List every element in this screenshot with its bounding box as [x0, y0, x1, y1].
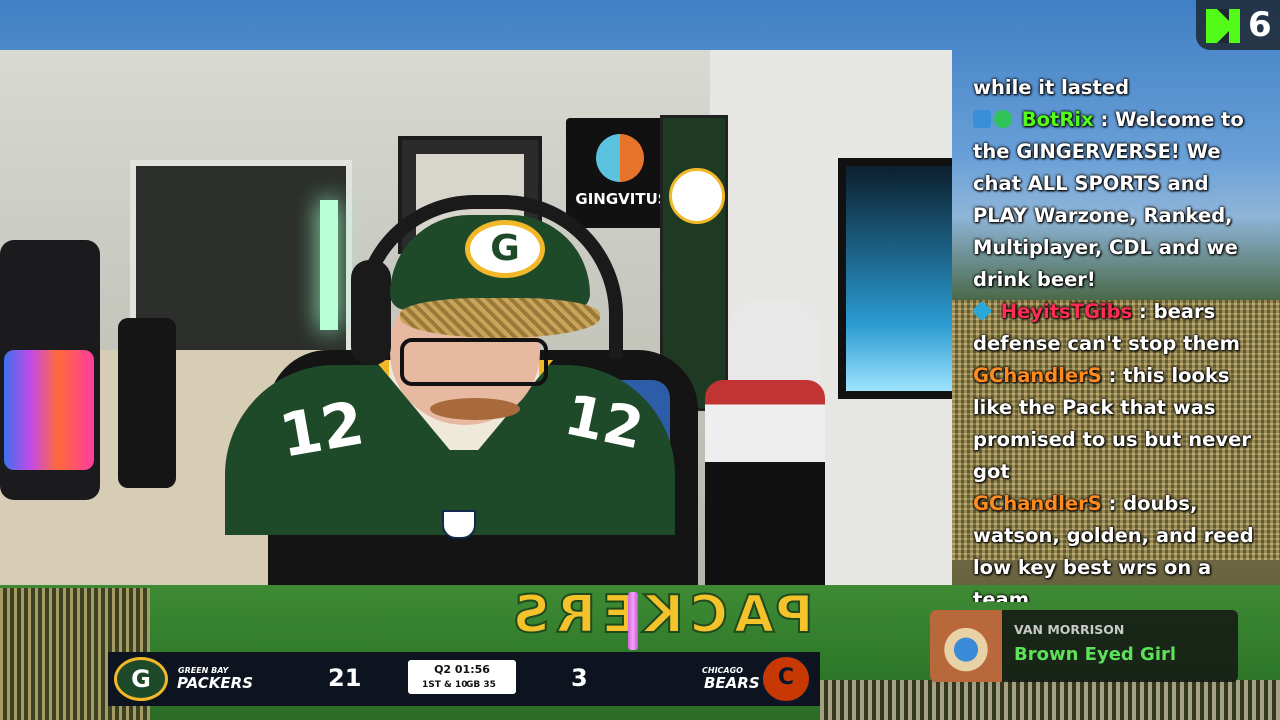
goalpost: [628, 592, 638, 650]
game-clock: Q2 01:56 1ST & 10 GB 35: [408, 660, 516, 694]
home-score: 21: [328, 664, 362, 692]
subscriber-icon: [971, 300, 993, 322]
home-team-name: PACKERS: [177, 674, 253, 692]
chat-username[interactable]: HeyitsTGibs: [1001, 300, 1132, 323]
scorebug: G GREEN BAY PACKERS 21 Q2 01:56 1ST & 10…: [108, 652, 820, 706]
packers-logo-icon: G: [114, 657, 168, 701]
nfl-shield-icon: [442, 510, 476, 539]
chat-username[interactable]: GChandlerS: [973, 492, 1102, 515]
packers-logo-icon: [669, 168, 725, 224]
viewer-count-badge: 6: [1196, 0, 1280, 50]
endzone-text: PACKERS: [505, 584, 814, 646]
mustache: [430, 398, 520, 420]
mod-icon: [973, 110, 991, 128]
chat-text: : Welcome to the GINGERVERSE! We chat AL…: [973, 108, 1244, 291]
chat-message: GChandlerS : this looks like the Pack th…: [952, 360, 1268, 488]
song-title: Brown Eyed Girl: [1014, 644, 1177, 665]
album-art: [930, 610, 1002, 682]
sideline-crowd-bottom: [820, 680, 1280, 720]
golf-bag: [705, 380, 825, 585]
flame-icon: [596, 134, 644, 182]
away-team-name: BEARS: [704, 674, 760, 692]
chat-username[interactable]: GChandlerS: [973, 364, 1102, 387]
viewer-count: 6: [1248, 5, 1272, 45]
quarter-clock: Q2 01:56: [434, 663, 490, 676]
verified-icon: [994, 110, 1012, 128]
jersey-number-left: 12: [274, 388, 369, 472]
now-playing-widget: VAN MORRISON Brown Eyed Girl: [930, 610, 1238, 682]
bears-logo-icon: C: [760, 654, 812, 704]
away-score: 3: [571, 664, 588, 692]
water-bottle: [118, 318, 176, 488]
chat-overlay: while it lasted BotRix : Welcome to the …: [952, 72, 1268, 602]
headset-earcup: [351, 260, 391, 365]
jersey-number-right: 12: [559, 382, 649, 463]
chat-message: while it lasted: [973, 76, 1130, 99]
cap-logo-icon: G: [465, 220, 545, 278]
kick-logo-icon: [1206, 9, 1240, 43]
rgb-speaker: [0, 240, 100, 500]
chat-message: GChandlerS : doubs, watson, golden, and …: [952, 488, 1268, 602]
chat-username[interactable]: BotRix: [1022, 108, 1094, 131]
ball-spot: GB 35: [466, 680, 496, 690]
down-distance: 1ST & 10: [422, 680, 468, 690]
tv-screen: [838, 158, 952, 399]
artist-name: VAN MORRISON: [1014, 622, 1125, 637]
chat-message: HeyitsTGibs : bears defense can't stop t…: [952, 296, 1268, 360]
cap-brim: [400, 298, 600, 338]
streamer: 12 12 G: [225, 190, 675, 539]
chat-message: BotRix : Welcome to the GINGERVERSE! We …: [952, 104, 1268, 296]
